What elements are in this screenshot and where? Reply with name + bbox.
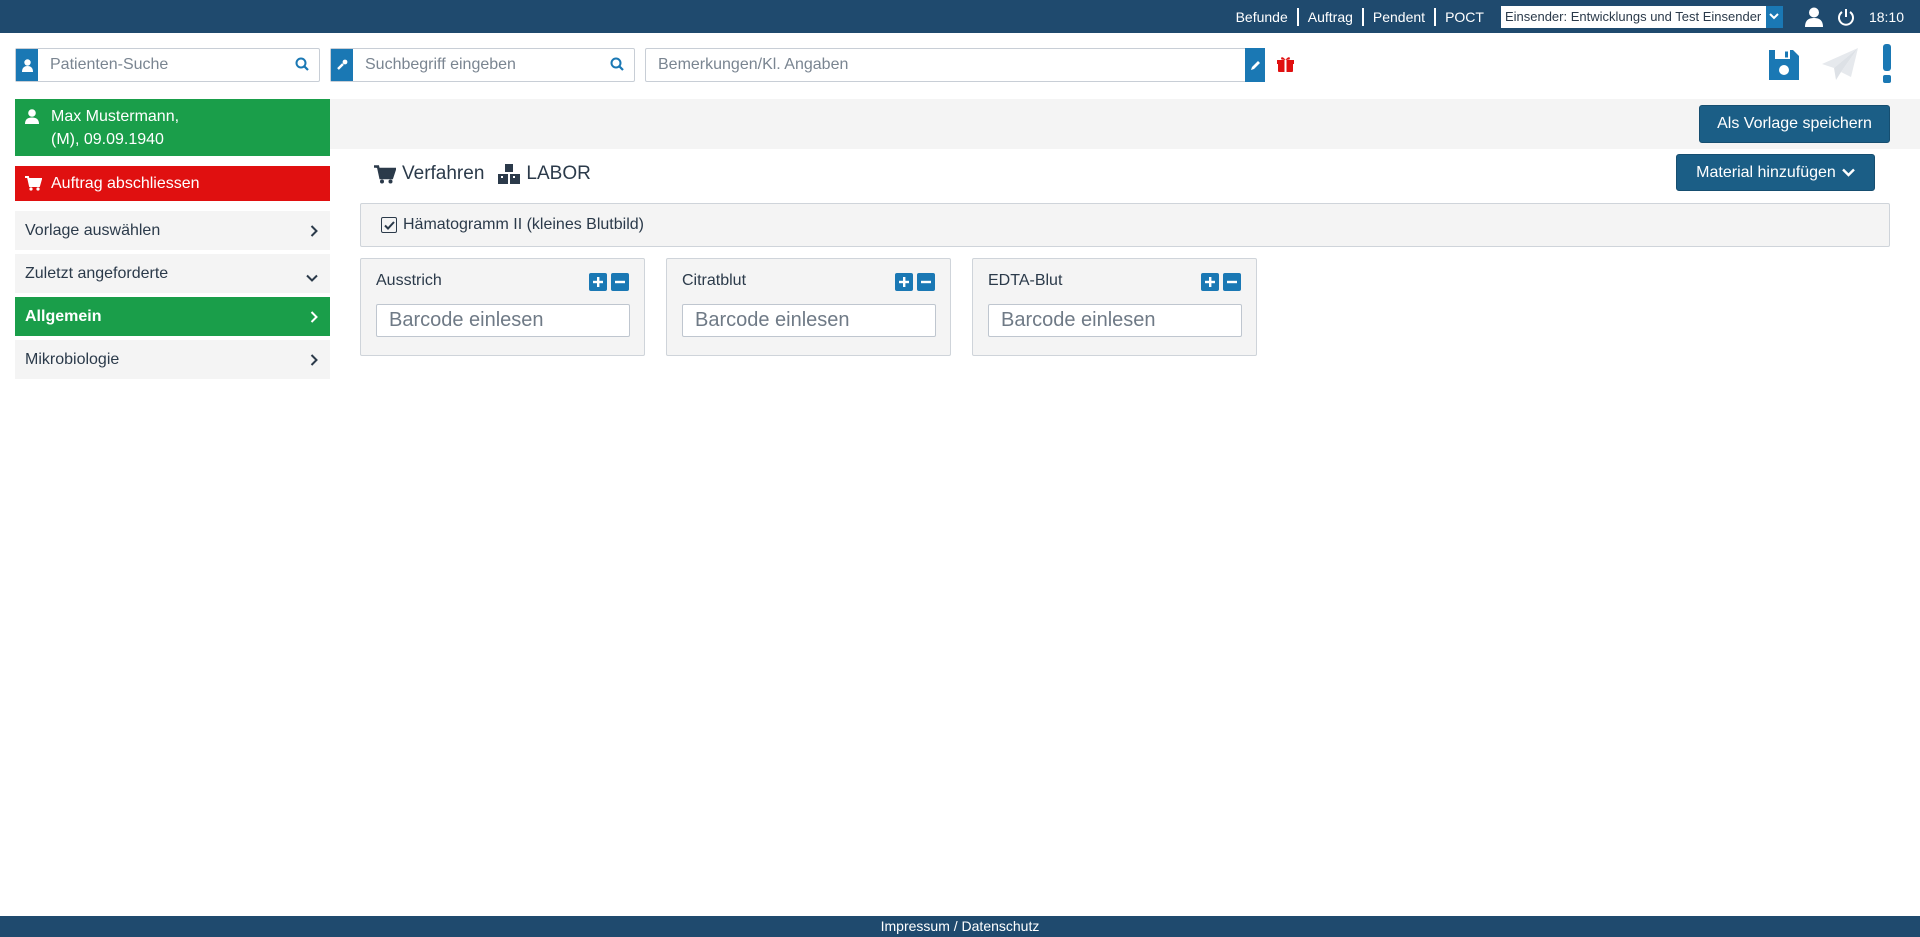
save-template-label: Als Vorlage speichern xyxy=(1717,115,1872,132)
chevron-down-icon xyxy=(1841,168,1855,177)
patient-search-input[interactable] xyxy=(38,50,278,80)
chevron-right-icon xyxy=(310,310,318,328)
sender-select-value: Einsender: Entwicklungs und Test Einsend… xyxy=(1504,9,1762,24)
sender-select[interactable]: Einsender: Entwicklungs und Test Einsend… xyxy=(1500,5,1783,28)
patient-name: Max Mustermann, xyxy=(51,108,180,125)
cart-icon xyxy=(25,176,43,196)
footer-link[interactable]: Impressum / Datenschutz xyxy=(881,918,1040,934)
sidebar-item-recent[interactable]: Zuletzt angeforderte xyxy=(15,254,330,293)
cubes-icon xyxy=(498,164,521,184)
user-icon xyxy=(16,49,38,81)
procedure-checkbox[interactable] xyxy=(381,217,397,233)
user-icon xyxy=(25,108,39,131)
exclamation-icon[interactable] xyxy=(1880,44,1894,89)
procedure-row: Hämatogramm II (kleines Blutbild) xyxy=(360,203,1890,247)
chevron-down-icon xyxy=(306,269,318,287)
pipette-icon xyxy=(331,49,353,81)
save-icon[interactable] xyxy=(1766,47,1802,88)
material-title: Citratblut xyxy=(682,272,747,289)
add-material-label: Material hinzufügen xyxy=(1696,163,1836,181)
nav-pendent[interactable]: Pendent xyxy=(1364,9,1434,25)
finish-order-label: Auftrag abschliessen xyxy=(51,174,200,192)
top-bar: Befunde Auftrag Pendent POCT Einsender: … xyxy=(0,0,1920,33)
term-search-field xyxy=(330,48,635,82)
save-template-button[interactable]: Als Vorlage speichern xyxy=(1699,105,1890,143)
add-material-button[interactable]: Material hinzufügen xyxy=(1676,154,1875,191)
chevron-right-icon xyxy=(310,224,318,242)
nav-auftrag[interactable]: Auftrag xyxy=(1299,9,1362,25)
finish-order-button[interactable]: Auftrag abschliessen xyxy=(15,166,330,201)
nav-poct[interactable]: POCT xyxy=(1436,9,1493,25)
footer: Impressum / Datenschutz xyxy=(0,916,1920,937)
patient-search-field xyxy=(15,48,320,82)
patient-details: (M), 09.09.1940 xyxy=(51,131,164,148)
patient-card[interactable]: Max Mustermann, (M), 09.09.1940 xyxy=(15,99,330,156)
material-controls xyxy=(1201,273,1241,291)
remarks-input[interactable] xyxy=(646,50,1236,80)
minus-icon[interactable] xyxy=(917,273,935,291)
material-title: Ausstrich xyxy=(376,272,442,289)
barcode-input[interactable] xyxy=(682,304,936,337)
material-controls xyxy=(895,273,935,291)
main-header xyxy=(330,99,1920,149)
sidebar-item-allgemein[interactable]: Allgemein xyxy=(15,297,330,336)
minus-icon[interactable] xyxy=(1223,273,1241,291)
clock: 18:10 xyxy=(1868,8,1904,25)
sidebar-item-vorlage[interactable]: Vorlage auswählen xyxy=(15,211,330,250)
minus-icon[interactable] xyxy=(611,273,629,291)
barcode-input[interactable] xyxy=(376,304,630,337)
crumb-lab[interactable]: LABOR xyxy=(526,163,590,185)
cart-icon xyxy=(374,164,396,184)
barcode-input[interactable] xyxy=(988,304,1242,337)
sidebar-item-label: Vorlage auswählen xyxy=(25,221,161,239)
term-search-input[interactable] xyxy=(353,50,593,80)
material-controls xyxy=(589,273,629,291)
search-icon[interactable] xyxy=(295,57,309,76)
top-nav: Befunde Auftrag Pendent POCT Einsender: … xyxy=(1227,0,1920,33)
plus-icon[interactable] xyxy=(589,273,607,291)
crumb-procedure[interactable]: Verfahren xyxy=(402,163,484,185)
plus-icon[interactable] xyxy=(895,273,913,291)
procedure-label: Hämatogramm II (kleines Blutbild) xyxy=(403,216,644,233)
search-icon[interactable] xyxy=(610,57,624,76)
pencil-icon[interactable] xyxy=(1245,48,1265,82)
chevron-down-icon xyxy=(1765,5,1783,28)
sidebar-item-label: Allgemein xyxy=(25,307,102,325)
material-title: EDTA-Blut xyxy=(988,272,1063,289)
gift-icon[interactable] xyxy=(1277,56,1294,78)
sidebar-item-label: Mikrobiologie xyxy=(25,350,120,368)
power-icon[interactable] xyxy=(1837,8,1855,26)
breadcrumb: Verfahren LABOR xyxy=(374,163,591,185)
plus-icon[interactable] xyxy=(1201,273,1219,291)
material-card-citratblut: Citratblut xyxy=(666,258,951,356)
sidebar-item-label: Zuletzt angeforderte xyxy=(25,264,169,282)
send-icon[interactable] xyxy=(1820,46,1860,89)
chevron-right-icon xyxy=(310,353,318,371)
material-card-ausstrich: Ausstrich xyxy=(360,258,645,356)
user-icon[interactable] xyxy=(1804,7,1823,27)
remarks-field xyxy=(645,48,1265,82)
material-card-edta-blut: EDTA-Blut xyxy=(972,258,1257,356)
sidebar-item-mikrobiologie[interactable]: Mikrobiologie xyxy=(15,340,330,379)
nav-befunde[interactable]: Befunde xyxy=(1227,9,1297,25)
